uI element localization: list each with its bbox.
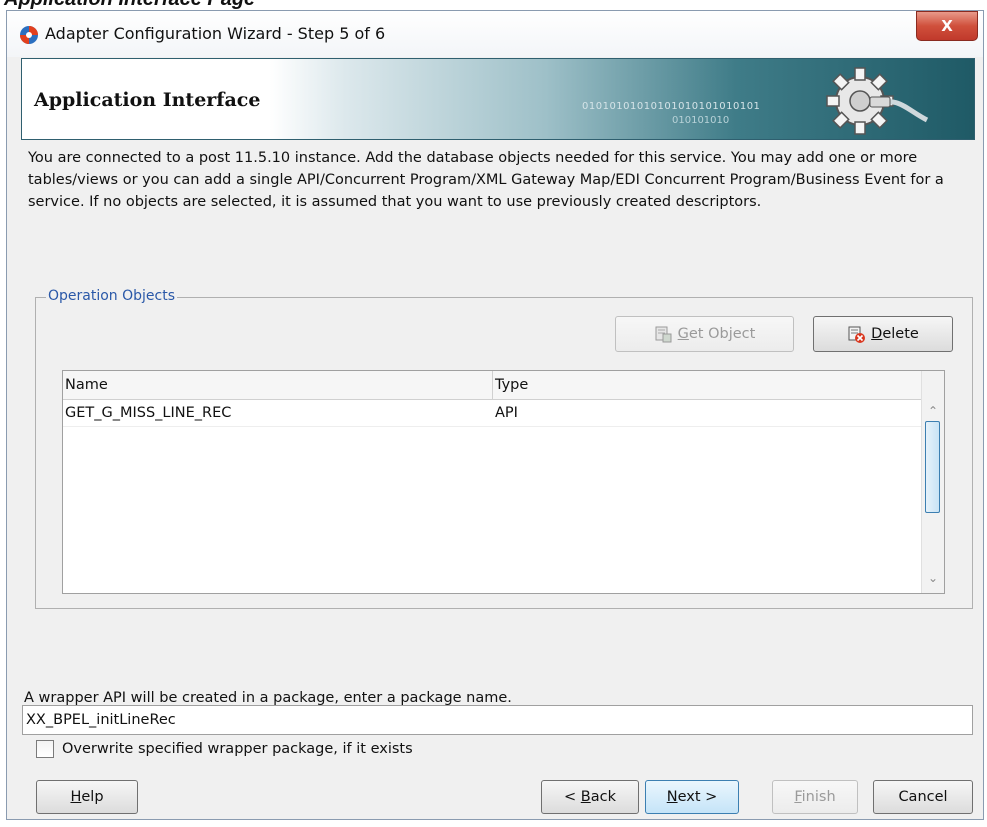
table-header: Name Type [63, 371, 923, 400]
column-header-type[interactable]: Type [492, 371, 923, 399]
package-name-input[interactable] [22, 705, 973, 735]
scrollbar-thumb[interactable] [925, 421, 940, 513]
row-name-cell: GET_G_MISS_LINE_REC [65, 405, 232, 421]
finish-mnemonic: F [794, 789, 802, 805]
title-bar: Adapter Configuration Wizard - Step 5 of… [7, 11, 983, 57]
get-object-label: et Object [688, 326, 756, 342]
page-caption-text: Application Interface Page [4, 0, 255, 10]
back-label: ack [590, 789, 616, 805]
get-object-mnemonic: G [677, 326, 689, 342]
overwrite-package-checkbox[interactable] [36, 740, 54, 758]
get-object-button[interactable]: Get Object [615, 316, 794, 352]
overwrite-package-label: Overwrite specified wrapper package, if … [62, 741, 413, 757]
next-label: ext > [677, 789, 718, 805]
next-button[interactable]: Next > [645, 780, 739, 814]
close-button[interactable]: X [916, 11, 978, 41]
help-button[interactable]: Help [36, 780, 138, 814]
package-name-label: A wrapper API will be created in a packa… [24, 690, 512, 706]
finish-label: inish [801, 789, 836, 805]
app-logo-icon [20, 26, 38, 44]
table-row[interactable]: GET_G_MISS_LINE_REC API [63, 400, 923, 427]
help-label: elp [81, 789, 104, 805]
delete-label: elete [882, 326, 919, 342]
header-banner: Application Interface 010101010101010101… [21, 58, 975, 140]
scroll-down-icon[interactable]: ⌄ [926, 571, 940, 585]
delete-icon [848, 326, 866, 343]
delete-mnemonic: D [871, 326, 883, 342]
next-mnemonic: N [666, 789, 678, 805]
help-mnemonic: H [70, 789, 82, 805]
overwrite-package-option[interactable]: Overwrite specified wrapper package, if … [36, 738, 413, 760]
binary-decoration-2: 010101010 [672, 115, 730, 126]
table-scrollbar[interactable]: ⌃ ⌄ [921, 371, 944, 593]
scroll-up-icon[interactable]: ⌃ [926, 404, 940, 418]
finish-button[interactable]: Finish [772, 780, 858, 814]
gear-icon [826, 67, 929, 135]
column-header-name[interactable]: Name [63, 371, 493, 399]
back-prefix: < [564, 789, 581, 805]
delete-button[interactable]: Delete [813, 316, 953, 352]
operation-objects-table: Name Type GET_G_MISS_LINE_REC API ⌃ ⌄ [62, 370, 945, 594]
close-icon: X [941, 17, 953, 35]
row-type-cell: API [495, 405, 518, 421]
page-caption: Application Interface Page [0, 0, 320, 10]
back-button[interactable]: < Back [541, 780, 639, 814]
operation-objects-label: Operation Objects [46, 288, 178, 304]
window-title: Adapter Configuration Wizard - Step 5 of… [45, 24, 386, 43]
binary-decoration: 01010101010101010101010101 [582, 101, 761, 112]
banner-title: Application Interface [34, 89, 261, 111]
cancel-label: Cancel [898, 789, 948, 805]
description-text: You are connected to a post 11.5.10 inst… [28, 150, 944, 210]
back-mnemonic: B [580, 789, 591, 805]
get-object-icon [655, 326, 672, 343]
cancel-button[interactable]: Cancel [873, 780, 973, 814]
